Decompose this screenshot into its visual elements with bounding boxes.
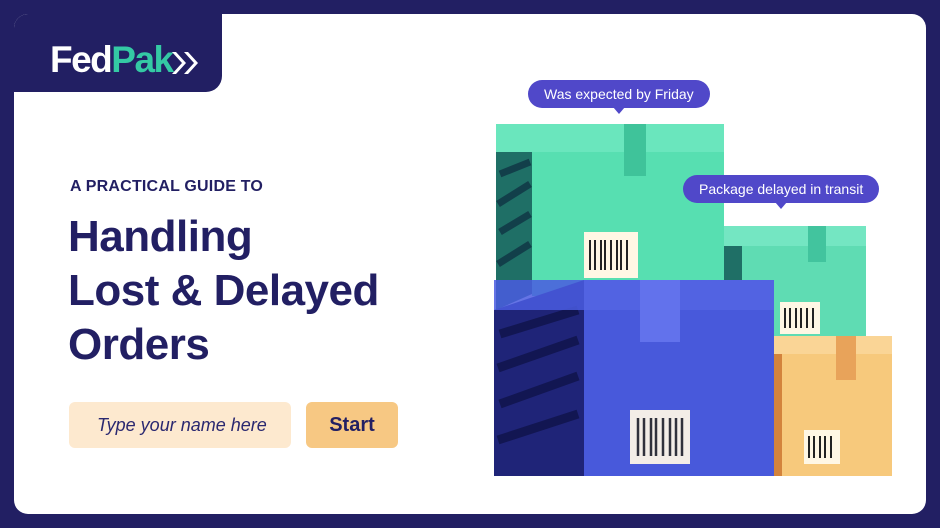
fedpak-logo[interactable]: FedPak [50,38,174,82]
title-line-3: Orders [68,320,210,369]
expected-friday-bubble: Was expected by Friday [528,80,710,114]
name-input[interactable] [69,402,291,448]
guide-eyebrow: A PRACTICAL GUIDE TO [70,178,264,195]
logo-text-fed: Fed [50,39,113,80]
delayed-transit-bubble: Package delayed in transit [683,175,880,209]
logo-tab: FedPak [14,14,222,92]
page-title: Handling Lost & Delayed Orders [68,210,468,372]
title-line-1: Handling [68,212,253,261]
boxes-illustration [494,124,892,476]
start-button[interactable]: Start [306,402,398,448]
hero-card: FedPak A PRACTICAL GUIDE TO Handling Los… [14,14,926,514]
logo-chevrons-icon [172,52,198,74]
title-line-2: Lost & Delayed [68,266,379,315]
blue-box [494,280,774,476]
logo-text-pak: Pak [111,39,174,80]
yellow-box [764,336,892,476]
